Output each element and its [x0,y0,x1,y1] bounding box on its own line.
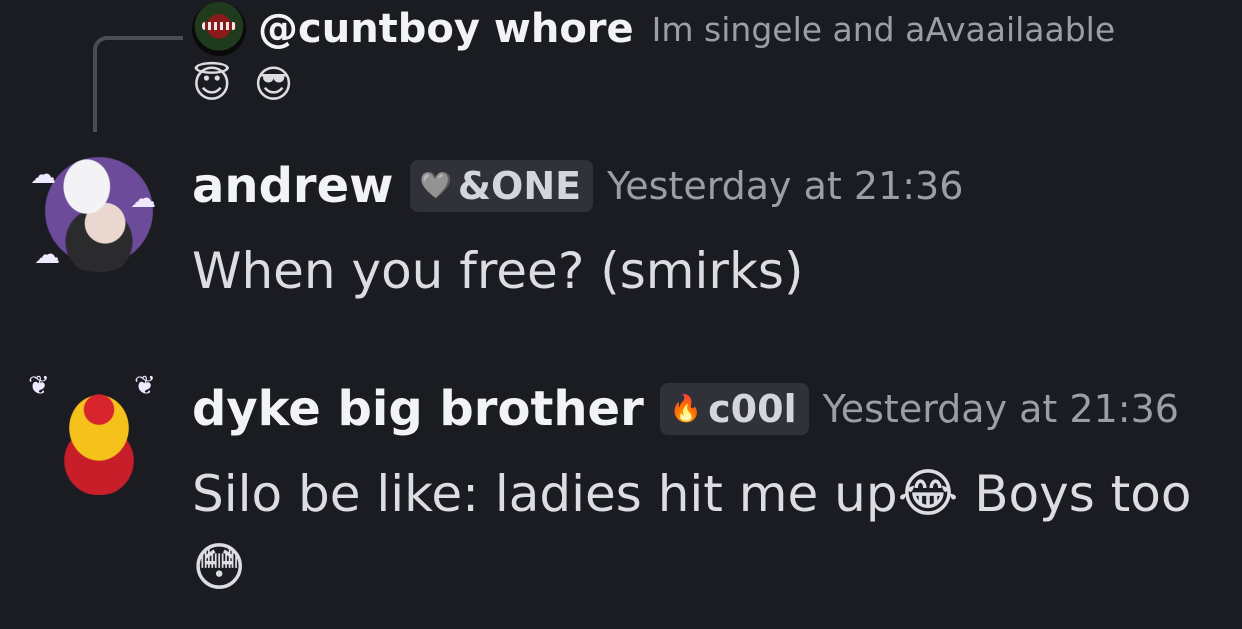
fire-icon: 🔥 [669,394,703,424]
author-name[interactable]: andrew [192,158,394,214]
cloud-decoration-icon: ☁ [130,184,156,214]
reply-author[interactable]: @cuntboy whore [258,6,634,52]
reply-avatar[interactable] [192,2,246,56]
reply-preview[interactable]: @cuntboy whore Im singele and aAvaailaab… [192,2,1212,106]
halo-smile-emoji-icon: 😇 [192,62,232,106]
message-header: dyke big brother 🔥 c00l Yesterday at 21:… [192,381,1179,437]
flushed-emoji-icon: 😳 [192,538,247,598]
reply-connector [93,36,183,132]
cloud-decoration-icon: ☁ [30,160,56,190]
server-tag-label: c00l [708,387,797,431]
cloud-decoration-icon: ☁ [34,240,60,270]
antler-decoration-icon: ❦ [134,371,156,401]
reply-emojis: 😇 😎 [192,62,1212,106]
message-text: Boys too [958,465,1192,523]
server-tag[interactable]: 🔥 c00l [659,383,809,435]
antler-decoration-icon: ❦ [28,371,50,401]
message-content: When you free? (smirks) [192,242,804,300]
sunglasses-emoji-icon: 😎 [253,62,294,106]
server-tag[interactable]: 🩶 &ONE [409,160,594,212]
message-text: Silo be like: ladies hit me up [192,465,898,523]
author-name[interactable]: dyke big brother [192,381,644,437]
server-tag-label: &ONE [457,164,582,208]
timestamp[interactable]: Yesterday at 21:36 [607,164,963,208]
timestamp[interactable]: Yesterday at 21:36 [823,387,1179,431]
message-content: Silo be like: ladies hit me up😂 Boys too… [192,457,1222,605]
heart-icon: 🩶 [419,171,452,201]
laughing-tears-emoji-icon: 😂 [897,464,959,524]
reply-text: Im singele and aAvaailaable [651,9,1116,49]
message-header: andrew 🩶 &ONE Yesterday at 21:36 [192,158,963,214]
